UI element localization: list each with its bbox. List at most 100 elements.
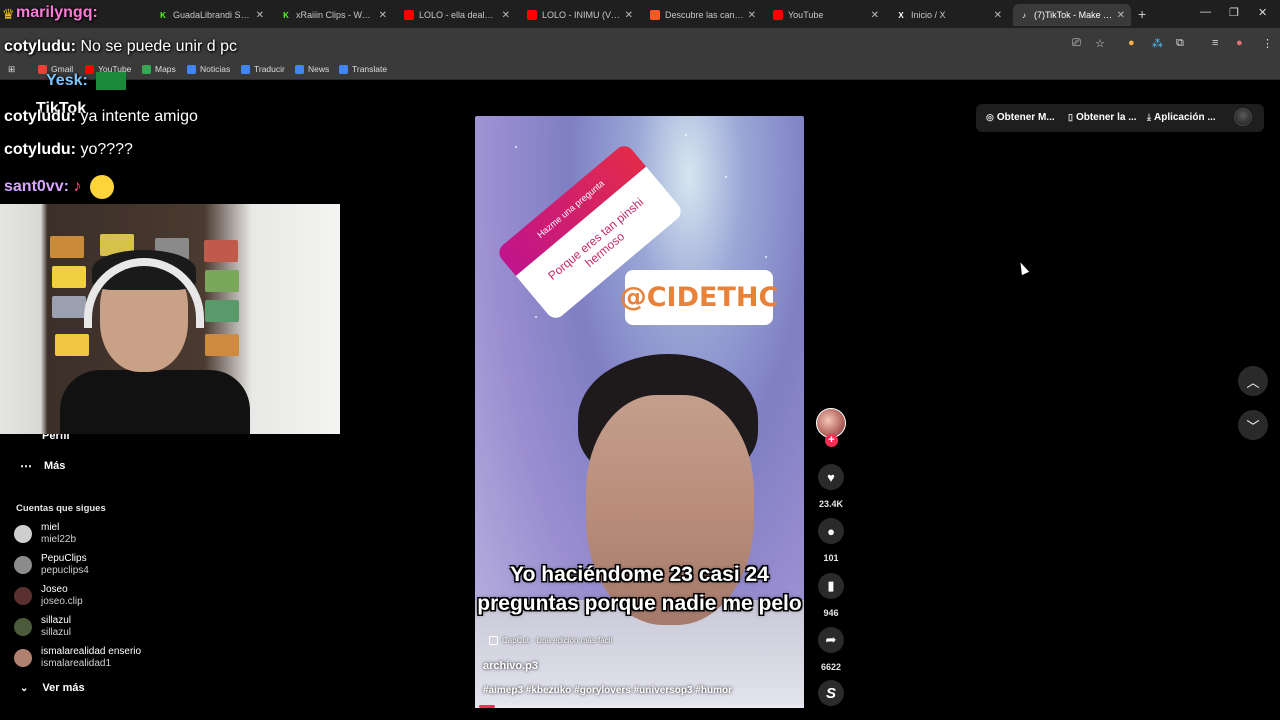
followed-account[interactable]: PepuClips pepuclips4 bbox=[14, 553, 89, 577]
tab-label: YouTube bbox=[788, 10, 824, 20]
bookmark-label: Noticias bbox=[200, 64, 231, 74]
kick-icon: K bbox=[283, 10, 289, 20]
chat-text: ya intente amigo bbox=[80, 108, 198, 125]
install-app-icon[interactable]: ⎚ bbox=[1072, 37, 1081, 50]
capcut-watermark: CapCut · Una edición más fácil bbox=[489, 636, 612, 645]
bookmark-label: Maps bbox=[155, 64, 176, 74]
star-decoration bbox=[725, 176, 727, 178]
close-icon[interactable]: ✕ bbox=[1117, 10, 1125, 21]
browser-tab-strip: K GuadaLibrandi Stream ✕ K xRaiiin Clips… bbox=[0, 0, 1280, 28]
nav-mas[interactable]: ⋯ Más bbox=[20, 459, 65, 473]
tab-lolo-dealer[interactable]: LOLO - ella dealer yo ✕ bbox=[398, 4, 516, 26]
download-icon: ⤓ bbox=[1147, 112, 1151, 122]
account-handle: sillazul bbox=[41, 627, 72, 638]
youtube-icon bbox=[527, 10, 537, 20]
tab-xraiiin[interactable]: K xRaiiin Clips - Watch ✕ bbox=[275, 4, 393, 26]
desktop-app-button[interactable]: ⤓ Aplicación ... bbox=[1147, 112, 1216, 123]
emoji-icon bbox=[89, 175, 114, 199]
bookmark-star-icon[interactable]: ☆ bbox=[1095, 37, 1105, 50]
menu-kebab-icon[interactable]: ⋮ bbox=[1262, 37, 1273, 50]
previous-video-button[interactable]: ︿ bbox=[1238, 366, 1268, 396]
coin-icon: ◎ bbox=[986, 112, 994, 122]
wall-poster bbox=[50, 236, 84, 258]
see-more-button[interactable]: ⌄ Ver más bbox=[20, 682, 85, 694]
chevron-up-icon: ︿ bbox=[1246, 374, 1260, 390]
avatar bbox=[14, 587, 32, 605]
account-name: PepuClips bbox=[41, 553, 87, 564]
tab-tiktok[interactable]: ♪ (7)TikTok - Make You ✕ bbox=[1013, 4, 1131, 26]
tab-guadalibrandi[interactable]: K GuadaLibrandi Stream ✕ bbox=[152, 4, 270, 26]
get-coins-button[interactable]: ◎ Obtener M... bbox=[986, 112, 1055, 123]
followed-account[interactable]: Joseo joseo.clip bbox=[14, 584, 83, 608]
share-button[interactable]: ➦ bbox=[818, 627, 844, 653]
see-more-label: Ver más bbox=[42, 682, 85, 694]
apps-grid-icon[interactable]: ⊞ bbox=[8, 64, 15, 75]
tab-label: Descubre las cancion bbox=[665, 10, 744, 20]
get-app-button[interactable]: ▯ Obtener la ... bbox=[1068, 112, 1137, 123]
followed-account[interactable]: sillazul sillazul bbox=[14, 615, 71, 639]
translate-extension-icon[interactable]: ⁂ bbox=[1152, 37, 1163, 50]
chat-username: Yesk: bbox=[46, 72, 88, 90]
comment-button[interactable]: ● bbox=[818, 518, 844, 544]
tab-label: (7)TikTok - Make You bbox=[1034, 10, 1113, 20]
new-tab-button[interactable]: + bbox=[1138, 6, 1146, 22]
follow-plus-icon[interactable]: + bbox=[825, 434, 838, 447]
chat-text: No se puede unir d pc bbox=[80, 38, 237, 55]
nav-label: Más bbox=[44, 460, 66, 472]
tab-lolo-inimu[interactable]: LOLO - INIMU (Video ✕ bbox=[521, 4, 639, 26]
video-author[interactable]: archivo.p3 bbox=[483, 660, 538, 672]
next-video-button[interactable]: ﹀ bbox=[1238, 410, 1268, 440]
translate-icon bbox=[339, 64, 348, 74]
bookmark-news[interactable]: News bbox=[295, 64, 329, 74]
close-icon[interactable]: ✕ bbox=[256, 10, 264, 21]
media-controls-icon[interactable]: ≡ bbox=[1212, 37, 1218, 49]
button-label: Obtener la ... bbox=[1075, 112, 1137, 123]
mouse-cursor-icon bbox=[1016, 260, 1030, 276]
tab-label: xRaiiin Clips - Watch bbox=[296, 10, 375, 20]
comment-icon: ● bbox=[827, 523, 835, 539]
account-name: Joseo bbox=[41, 584, 68, 595]
sound-disc-icon[interactable]: S bbox=[818, 680, 844, 706]
tab-label: LOLO - INIMU (Video bbox=[542, 10, 621, 20]
close-icon[interactable]: ✕ bbox=[994, 10, 1002, 21]
translate-icon bbox=[241, 64, 250, 74]
tiktok-header-actions: ◎ Obtener M... ▯ Obtener la ... ⤓ Aplicació… bbox=[976, 104, 1264, 132]
profile-avatar-icon[interactable]: ● bbox=[1236, 37, 1243, 49]
bookmark-traducir[interactable]: Traducir bbox=[241, 64, 285, 74]
bookmark-translate[interactable]: Translate bbox=[339, 64, 387, 74]
close-icon[interactable]: ✕ bbox=[502, 10, 510, 21]
video-caption: Yo haciéndome 23 casi 24 preguntas porqu… bbox=[477, 563, 802, 615]
save-button[interactable]: ▮ bbox=[818, 573, 844, 599]
restore-icon[interactable]: ❐ bbox=[1229, 6, 1239, 19]
like-button[interactable]: ♥ bbox=[818, 464, 844, 490]
tab-youtube[interactable]: YouTube ✕ bbox=[767, 4, 885, 26]
minimize-icon[interactable]: — bbox=[1200, 6, 1211, 18]
tab-label: GuadaLibrandi Stream bbox=[173, 10, 252, 20]
phone-icon: ▯ bbox=[1068, 112, 1073, 122]
crown-badge-icon: ♛ bbox=[2, 6, 15, 22]
video-progress-bar[interactable] bbox=[479, 705, 801, 708]
heart-icon: ♥ bbox=[827, 469, 835, 485]
profile-avatar[interactable] bbox=[1234, 108, 1252, 126]
window-close-icon[interactable]: ✕ bbox=[1258, 6, 1267, 19]
bookmark-noticias[interactable]: Noticias bbox=[187, 64, 230, 74]
bookmark-label: News bbox=[308, 64, 330, 74]
capcut-icon bbox=[489, 636, 498, 645]
close-icon[interactable]: ✕ bbox=[871, 10, 879, 21]
video-hashtags[interactable]: #aimep3 #kbezuko #gorylovers #universop3… bbox=[483, 685, 732, 696]
tab-x[interactable]: X Inicio / X ✕ bbox=[890, 4, 1008, 26]
star-decoration bbox=[535, 316, 537, 318]
star-decoration bbox=[685, 134, 687, 136]
followed-account[interactable]: ismalarealidad enserio ismalarealidad1 bbox=[14, 646, 141, 670]
bookmark-maps[interactable]: Maps bbox=[142, 64, 176, 74]
chat-username: cotyludu: bbox=[4, 38, 76, 55]
close-icon[interactable]: ✕ bbox=[748, 10, 756, 21]
close-icon[interactable]: ✕ bbox=[379, 10, 387, 21]
bookmark-label: Traducir bbox=[254, 64, 285, 74]
tab-descubre[interactable]: Descubre las cancion ✕ bbox=[644, 4, 762, 26]
close-icon[interactable]: ✕ bbox=[625, 10, 633, 21]
kick-icon: K bbox=[160, 10, 166, 20]
extensions-puzzle-icon[interactable]: ⧉ bbox=[1176, 37, 1184, 50]
followed-account[interactable]: miel miel22b bbox=[14, 522, 76, 546]
extension-icon[interactable]: ● bbox=[1128, 37, 1135, 49]
